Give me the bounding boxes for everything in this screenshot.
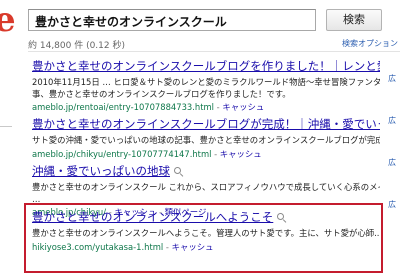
left-divider (0, 126, 12, 127)
result-title: 豊かさと幸せのオンラインスクールブログを作りました！｜レンと愛の ... (32, 59, 380, 73)
cache-link[interactable]: キャッシュ (222, 102, 264, 112)
result-url-row: ameblo.jp/rentoai/entry-10707884733.html… (32, 101, 380, 113)
ad-label[interactable]: 広 (388, 184, 400, 226)
cache-link[interactable]: キャッシュ (172, 242, 214, 252)
result-title-link[interactable]: 豊かさと幸せのオンラインスクールブログを作りました！｜レンと愛の ... (32, 58, 380, 74)
result-stats: 約 14,800 件 (0.12 秒) (28, 41, 125, 51)
result-url: ameblo.jp/rentoai/entry-10707884733.html (32, 102, 214, 112)
result-snippet: 2010年11月15日 … ヒロ愛＆サト愛のレンと愛のミラクルワールド物語〜幸せ… (32, 77, 380, 100)
result-title-link[interactable]: 豊かさと幸せのオンラインスクールブログが完成！｜沖縄・愛でいっぱい ... (32, 116, 380, 132)
cache-link[interactable]: キャッシュ (220, 149, 262, 159)
result-title: 豊かさと幸せのオンラインスクールへようこそ (32, 210, 274, 224)
snippet-line: 事、豊かさと幸せのオンラインスクールブログを作りました！です。 (32, 88, 291, 99)
snippet-line: サト愛の沖縄・愛でいっぱいの地球の記事、豊かさと幸せのオンラインスクールブログが… (32, 135, 380, 145)
result-url: ameblo.jp/chikyu/entry-10707774147.html (32, 148, 212, 159)
search-query: 豊かさと幸せのオンラインスクール (35, 15, 227, 29)
result-url: hikiyose3.com/yutakasa-1.html (32, 241, 164, 252)
ad-label[interactable]: 広 (388, 58, 400, 100)
result-title-link[interactable]: 豊かさと幸せのオンラインスクールへようこそ (32, 209, 380, 225)
search-result: 豊かさと幸せのオンラインスクールブログを作りました！｜レンと愛の ... 201… (32, 58, 380, 113)
result-title: 沖縄・愛でいっぱいの地球 (32, 164, 170, 178)
magnifier-icon[interactable] (174, 166, 183, 176)
result-title: 豊かさと幸せのオンラインスクールブログが完成！｜沖縄・愛でいっぱい ... (32, 117, 380, 131)
result-url-row: hikiyose3.com/yutakasa-1.html - キャッシュ (32, 241, 380, 253)
snippet-line: 豊かさと幸せのオンラインスクール これから、スロアフィノウハウで成長していく心系… (32, 182, 380, 192)
result-snippet: サト愛の沖縄・愛でいっぱいの地球の記事、豊かさと幸せのオンラインスクールブログが… (32, 135, 380, 147)
snippet-line: 豊かさと幸せのオンラインスクールへようこそ。管理人のサト愛です。主に、サト愛が心… (32, 228, 380, 238)
search-button[interactable]: 検索 (326, 9, 382, 31)
result-snippet: 豊かさと幸せのオンラインスクール これから、スロアフィノウハウで成長していく心系… (32, 182, 380, 205)
right-sidebar-ads: 広 広 広 広 (388, 58, 400, 226)
magnifier-icon[interactable] (277, 212, 286, 222)
result-title-link[interactable]: 沖縄・愛でいっぱいの地球 (32, 163, 380, 179)
search-engine-logo[interactable]: e (0, 4, 18, 32)
snippet-line: 2010年11月15日 … ヒロ愛＆サト愛のレンと愛のミラクルワールド物語〜幸せ… (32, 77, 380, 87)
result-url-row: ameblo.jp/chikyu/entry-10707774147.html … (32, 148, 380, 160)
stats-divider (28, 51, 400, 52)
search-options-link[interactable]: 検索オプション (342, 38, 398, 49)
search-input[interactable]: 豊かさと幸せのオンラインスクール (28, 9, 316, 31)
ad-label[interactable]: 広 (388, 100, 400, 142)
logo-letter: e (0, 4, 16, 32)
search-result: 豊かさと幸せのオンラインスクールブログが完成！｜沖縄・愛でいっぱい ... サト… (32, 116, 380, 160)
ad-label[interactable]: 広 (388, 142, 400, 184)
result-snippet: 豊かさと幸せのオンラインスクールへようこそ。管理人のサト愛です。主に、サト愛が心… (32, 228, 380, 240)
search-result-highlighted: 豊かさと幸せのオンラインスクールへようこそ 豊かさと幸せのオンラインスクールへよ… (32, 209, 380, 253)
